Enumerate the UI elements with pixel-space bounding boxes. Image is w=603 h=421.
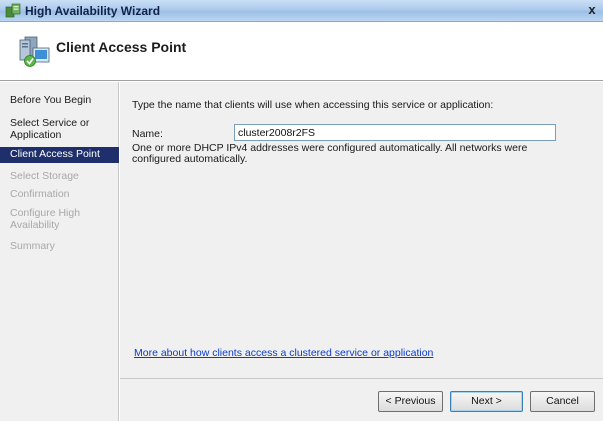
step-select-service[interactable]: Select Service or Application — [0, 116, 119, 143]
instruction-text: Type the name that clients will use when… — [132, 99, 494, 111]
step-confirmation: Confirmation — [0, 187, 119, 203]
name-field[interactable] — [234, 124, 556, 141]
cancel-button[interactable]: Cancel — [530, 391, 595, 412]
close-icon[interactable]: x — [585, 2, 599, 18]
dhcp-note: One or more DHCP IPv4 addresses were con… — [132, 142, 528, 165]
next-button[interactable]: Next > — [450, 391, 523, 412]
step-label: Before You Begin — [10, 94, 92, 106]
step-label: Select Service or Application — [10, 117, 90, 141]
step-select-storage: Select Storage — [0, 169, 119, 185]
previous-button[interactable]: < Previous — [378, 391, 443, 412]
step-label: Confirmation — [10, 188, 70, 200]
page-title: Client Access Point — [56, 39, 187, 55]
step-client-access-point[interactable]: Client Access Point — [0, 147, 119, 163]
step-label: Summary — [10, 240, 55, 252]
help-link[interactable]: More about how clients access a clustere… — [134, 347, 433, 359]
step-label: Client Access Point — [10, 148, 100, 160]
window-title: High Availability Wizard — [25, 4, 161, 18]
wizard-header: Client Access Point — [0, 22, 603, 81]
name-label: Name: — [132, 128, 163, 140]
title-bar[interactable]: High Availability Wizard x — [0, 0, 603, 22]
step-before-you-begin[interactable]: Before You Begin — [0, 93, 119, 109]
step-summary: Summary — [0, 239, 119, 255]
step-label: Configure High Availability — [10, 207, 81, 231]
client-access-point-icon — [19, 36, 50, 67]
step-label: Select Storage — [10, 170, 79, 182]
wizard-steps-sidebar: Before You Begin Select Service or Appli… — [0, 82, 119, 421]
wizard-footer: < Previous Next > Cancel — [120, 378, 603, 421]
cluster-wizard-icon — [5, 3, 21, 18]
wizard-content: Type the name that clients will use when… — [120, 82, 603, 378]
step-configure-high-availability: Configure High Availability — [0, 206, 119, 233]
